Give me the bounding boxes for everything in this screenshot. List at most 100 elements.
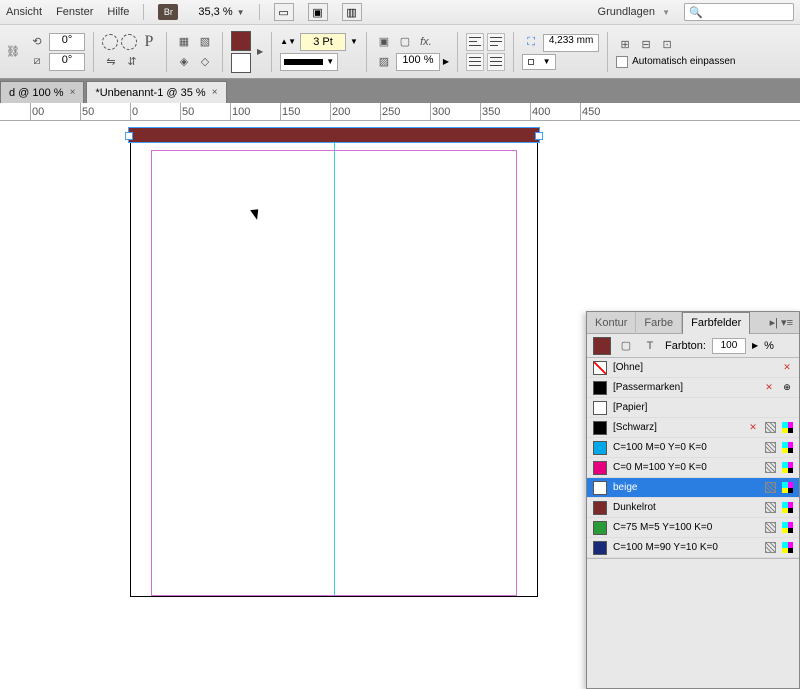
tab-farbe[interactable]: Farbe bbox=[636, 312, 682, 334]
swatch-name: C=100 M=90 Y=10 K=0 bbox=[613, 542, 759, 553]
tab-kontur[interactable]: Kontur bbox=[587, 312, 636, 334]
text-align-2[interactable] bbox=[487, 33, 505, 51]
text-icon[interactable]: T bbox=[641, 337, 659, 355]
fill-stroke-proxy[interactable] bbox=[593, 337, 611, 355]
fit-frame-icon[interactable]: ⊟ bbox=[637, 36, 655, 54]
swatch-row[interactable]: C=75 M=5 Y=100 K=0 bbox=[587, 518, 799, 538]
stepper-icon[interactable]: ▲▼ bbox=[280, 37, 296, 46]
panel-header: ▢ T Farbton: ▶ % bbox=[587, 334, 799, 358]
stroke-weight-field[interactable]: 3 Pt bbox=[300, 33, 346, 51]
stroke-swatch[interactable] bbox=[231, 53, 251, 73]
swatch-row[interactable]: beige bbox=[587, 478, 799, 498]
chevron-down-icon[interactable]: ▼ bbox=[350, 37, 358, 46]
apply-fill-icon[interactable]: ▣ bbox=[375, 33, 393, 51]
opacity-field[interactable]: 100 % bbox=[396, 53, 440, 71]
global-icon bbox=[765, 462, 776, 473]
flip-h-icon[interactable]: ⇋ bbox=[102, 53, 120, 71]
swatch-row[interactable]: [Passermarken]✕⊕ bbox=[587, 378, 799, 398]
page bbox=[130, 127, 538, 597]
select-next-icon[interactable]: ◇ bbox=[196, 53, 214, 71]
select-content-icon[interactable]: ▧ bbox=[196, 33, 214, 51]
shear-icon: ⧄ bbox=[28, 53, 46, 71]
swatch-row[interactable]: [Schwarz] ✕ bbox=[587, 418, 799, 438]
swatch-chip bbox=[593, 421, 607, 435]
close-icon[interactable]: × bbox=[70, 87, 76, 98]
rotate-icon: ⟲ bbox=[28, 33, 46, 51]
search-input[interactable]: 🔍 bbox=[684, 3, 794, 21]
frame-fitting-icon[interactable]: ⛶ bbox=[522, 34, 540, 52]
select-prev-icon[interactable]: ◈ bbox=[175, 53, 193, 71]
text-align-1[interactable] bbox=[466, 33, 484, 51]
global-icon bbox=[765, 542, 776, 553]
swatch-row[interactable]: C=100 M=90 Y=10 K=0 bbox=[587, 538, 799, 558]
swatches-panel: Kontur Farbe Farbfelder ▸| ▾≡ ▢ T Farbto… bbox=[586, 311, 800, 689]
fit-content-icon[interactable]: ⊞ bbox=[616, 36, 634, 54]
swatch-name: [Schwarz] bbox=[613, 422, 741, 433]
autofit-checkbox[interactable] bbox=[616, 56, 628, 68]
zoom-value: 35,3 % bbox=[198, 6, 232, 18]
menu-hilfe[interactable]: Hilfe bbox=[107, 6, 129, 18]
panel-menu-icon[interactable]: ▸| ▾≡ bbox=[764, 316, 799, 329]
chain-icon[interactable]: ⛓ bbox=[4, 43, 22, 61]
menu-bar: Ansicht Fenster Hilfe Br 35,3 % ▼ ▭ ▣ ▥ … bbox=[0, 0, 800, 25]
text-align-4[interactable] bbox=[487, 53, 505, 71]
swatch-name: [Passermarken] bbox=[613, 382, 757, 393]
center-content-icon[interactable]: ⊡ bbox=[658, 36, 676, 54]
view-options-icon[interactable]: ▥ bbox=[342, 3, 362, 21]
swatch-row[interactable]: Dunkelrot bbox=[587, 498, 799, 518]
corner-options[interactable]: ▼ bbox=[522, 54, 556, 70]
selected-object[interactable] bbox=[128, 127, 540, 143]
zoom-level[interactable]: 35,3 % ▼ bbox=[198, 6, 244, 18]
horizontal-ruler[interactable]: /* ticks drawn below */ 0050050100150200… bbox=[0, 103, 800, 121]
arrange-icon[interactable]: ▣ bbox=[308, 3, 328, 21]
paragraph-icon[interactable]: P bbox=[140, 33, 158, 51]
document-tabs: d @ 100 %× *Unbenannt-1 @ 35 %× bbox=[0, 79, 800, 103]
workspace-switcher[interactable]: Grundlagen ▼ bbox=[598, 6, 670, 18]
lock-icon: ✕ bbox=[747, 422, 759, 434]
opacity-icon: ▨ bbox=[375, 53, 393, 71]
tab-farbfelder[interactable]: Farbfelder bbox=[682, 312, 750, 334]
dimension-field[interactable]: 4,233 mm bbox=[543, 34, 599, 52]
canvas[interactable]: Kontur Farbe Farbfelder ▸| ▾≡ ▢ T Farbto… bbox=[0, 121, 800, 600]
text-align-3[interactable] bbox=[466, 53, 484, 71]
shear-field[interactable]: 0° bbox=[49, 53, 85, 71]
flip-v-icon[interactable]: ⇵ bbox=[123, 53, 141, 71]
cmyk-icon bbox=[782, 442, 793, 453]
chevron-right-icon: ▶ bbox=[752, 341, 758, 350]
panel-footer bbox=[587, 558, 799, 688]
swatch-chip bbox=[593, 501, 607, 515]
tint-field[interactable] bbox=[712, 338, 746, 354]
swatch-chip bbox=[593, 481, 607, 495]
screen-mode-icon[interactable]: ▭ bbox=[274, 3, 294, 21]
cmyk-icon bbox=[782, 482, 793, 493]
rotate-cw-icon[interactable] bbox=[121, 34, 137, 50]
swatch-name: Dunkelrot bbox=[613, 502, 759, 513]
swatch-chip bbox=[593, 401, 607, 415]
rotation-field[interactable]: 0° bbox=[49, 33, 85, 51]
select-container-icon[interactable]: ▦ bbox=[175, 33, 193, 51]
rotate-ccw-icon[interactable] bbox=[102, 34, 118, 50]
apply-none-icon[interactable]: ▢ bbox=[396, 33, 414, 51]
swatch-row[interactable]: [Ohne]✕ bbox=[587, 358, 799, 378]
tab-doc-2[interactable]: *Unbenannt-1 @ 35 %× bbox=[86, 81, 226, 103]
global-icon bbox=[765, 442, 776, 453]
stroke-style-dropdown[interactable]: ▼ bbox=[280, 53, 338, 71]
global-icon bbox=[765, 482, 776, 493]
swatch-row[interactable]: C=100 M=0 Y=0 K=0 bbox=[587, 438, 799, 458]
swatch-name: [Papier] bbox=[613, 402, 793, 413]
fx-icon[interactable]: fx. bbox=[417, 33, 435, 51]
tab-doc-1[interactable]: d @ 100 %× bbox=[0, 81, 84, 103]
fill-swatch[interactable] bbox=[231, 31, 251, 51]
lock-icon: ✕ bbox=[781, 362, 793, 374]
menu-ansicht[interactable]: Ansicht bbox=[6, 6, 42, 18]
menu-fenster[interactable]: Fenster bbox=[56, 6, 93, 18]
swatch-row[interactable]: C=0 M=100 Y=0 K=0 bbox=[587, 458, 799, 478]
swatch-list: [Ohne]✕[Passermarken]✕⊕ [Papier] [Schwarz]… bbox=[587, 358, 799, 558]
close-icon[interactable]: × bbox=[212, 87, 218, 98]
chevron-right-icon: ▶ bbox=[443, 57, 449, 66]
container-icon[interactable]: ▢ bbox=[617, 337, 635, 355]
cmyk-icon bbox=[782, 502, 793, 513]
bridge-icon[interactable]: Br bbox=[158, 4, 178, 20]
swatch-row[interactable]: [Papier] bbox=[587, 398, 799, 418]
margin-guide bbox=[151, 150, 517, 596]
